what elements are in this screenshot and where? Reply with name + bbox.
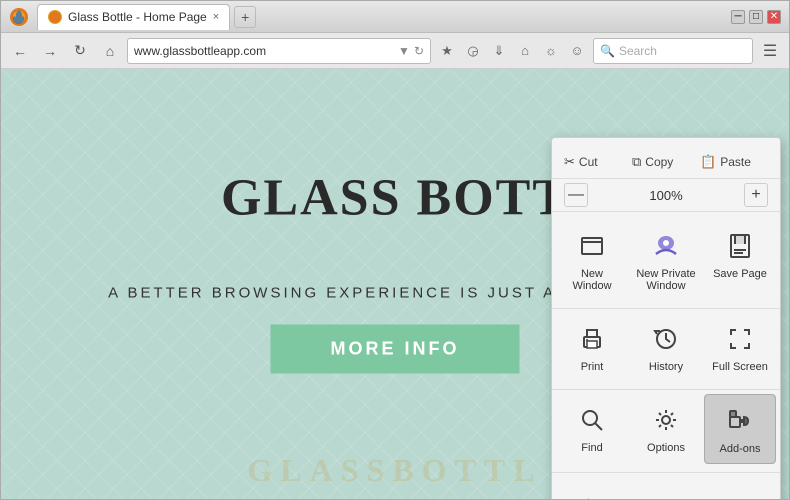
page-title: GLASS BOTT (221, 169, 569, 228)
add-ons-icon (722, 403, 758, 439)
tab-strip: Glass Bottle - Home Page × + (9, 4, 731, 30)
home-nav-icon[interactable]: ⌂ (513, 39, 537, 63)
scissors-icon: ✂ (564, 154, 575, 170)
new-private-window-button[interactable]: New PrivateWindow (630, 220, 702, 300)
paste-button[interactable]: 📋 Paste (700, 150, 768, 174)
menu-grid-row1: New Window New PrivateWindow (552, 212, 780, 309)
find-label: Find (581, 442, 602, 454)
active-tab[interactable]: Glass Bottle - Home Page × (37, 4, 230, 30)
tab-title: Glass Bottle - Home Page (68, 10, 207, 24)
developer-icon (567, 489, 603, 499)
search-placeholder: Search (619, 44, 657, 58)
pocket-icon[interactable]: ◶ (461, 39, 485, 63)
address-text: www.glassbottleapp.com (134, 44, 266, 58)
full-screen-label: Full Screen (712, 361, 768, 373)
new-tab-button[interactable]: + (234, 6, 256, 28)
clipboard-row: ✂ Cut ⧉ Copy 📋 Paste (552, 146, 780, 179)
menu-grid-row2: Print History (552, 309, 780, 390)
window-controls: ─ □ ✕ (731, 10, 781, 24)
browser-window: Glass Bottle - Home Page × + ─ □ ✕ ← → ↻… (0, 0, 790, 500)
private-window-icon (648, 228, 684, 264)
address-icons: ▼ ↻ (398, 44, 424, 58)
firefox-menu: ✂ Cut ⧉ Copy 📋 Paste — 100% + (551, 137, 781, 499)
new-window-button[interactable]: New Window (556, 220, 628, 300)
new-window-label: New Window (560, 268, 624, 292)
tab-close-button[interactable]: × (213, 11, 219, 23)
maximize-button[interactable]: □ (749, 10, 763, 24)
history-label: History (649, 361, 683, 373)
menu-grid-row3: Find Options (552, 390, 780, 473)
menu-developer-row: Developer (552, 473, 780, 499)
find-button[interactable]: Find (556, 394, 628, 464)
menu-button[interactable]: ☰ (757, 38, 783, 64)
options-label: Options (647, 442, 685, 454)
print-icon (574, 321, 610, 357)
new-window-icon (574, 228, 610, 264)
address-bar[interactable]: www.glassbottleapp.com ▼ ↻ (127, 38, 431, 64)
developer-button[interactable]: Developer (556, 481, 614, 499)
star-icon[interactable]: ★ (435, 39, 459, 63)
zoom-in-button[interactable]: + (744, 183, 768, 207)
save-page-label: Save Page (713, 268, 767, 280)
reload-icon[interactable]: ↻ (414, 44, 424, 58)
close-button[interactable]: ✕ (767, 10, 781, 24)
back-button[interactable]: ← (7, 38, 33, 64)
cut-button[interactable]: ✂ Cut (564, 150, 632, 174)
download-icon[interactable]: ⇓ (487, 39, 511, 63)
refresh-button[interactable]: ↻ (67, 38, 93, 64)
forward-button[interactable]: → (37, 38, 63, 64)
find-icon (574, 402, 610, 438)
home-button[interactable]: ⌂ (97, 38, 123, 64)
page-content: GLASS BOTT A BETTER BROWSING EXPERIENCE … (1, 69, 789, 499)
toolbar-icons: ★ ◶ ⇓ ⌂ ☼ ☺ (435, 39, 589, 63)
watermark: GLASSBOTTL (247, 452, 542, 489)
add-ons-button[interactable]: Add-ons (704, 394, 776, 464)
browser-logo (9, 7, 29, 27)
paste-icon: 📋 (700, 154, 716, 170)
options-button[interactable]: Options (630, 394, 702, 464)
zoom-row: — 100% + (552, 179, 780, 212)
history-icon (648, 321, 684, 357)
zoom-out-button[interactable]: — (564, 183, 588, 207)
add-ons-label: Add-ons (720, 443, 761, 455)
globe-icon[interactable]: ☼ (539, 39, 563, 63)
search-icon: 🔍 (600, 44, 615, 58)
nav-bar: ← → ↻ ⌂ www.glassbottleapp.com ▼ ↻ ★ ◶ ⇓… (1, 33, 789, 69)
more-info-button[interactable]: MORE INFO (271, 324, 520, 373)
history-button[interactable]: History (630, 313, 702, 381)
save-page-icon (722, 228, 758, 264)
copy-icon: ⧉ (632, 154, 641, 170)
copy-button[interactable]: ⧉ Copy (632, 150, 700, 174)
print-button[interactable]: Print (556, 313, 628, 381)
minimize-button[interactable]: ─ (731, 10, 745, 24)
bookmark-star-icon[interactable]: ▼ (398, 44, 410, 58)
print-label: Print (581, 361, 604, 373)
save-page-button[interactable]: Save Page (704, 220, 776, 300)
zoom-value: 100% (592, 188, 740, 203)
full-screen-icon (722, 321, 758, 357)
search-bar[interactable]: 🔍 Search (593, 38, 753, 64)
emoji-icon[interactable]: ☺ (565, 39, 589, 63)
title-bar: Glass Bottle - Home Page × + ─ □ ✕ (1, 1, 789, 33)
full-screen-button[interactable]: Full Screen (704, 313, 776, 381)
private-window-label: New PrivateWindow (636, 268, 695, 292)
tab-favicon (48, 10, 62, 24)
options-icon (648, 402, 684, 438)
